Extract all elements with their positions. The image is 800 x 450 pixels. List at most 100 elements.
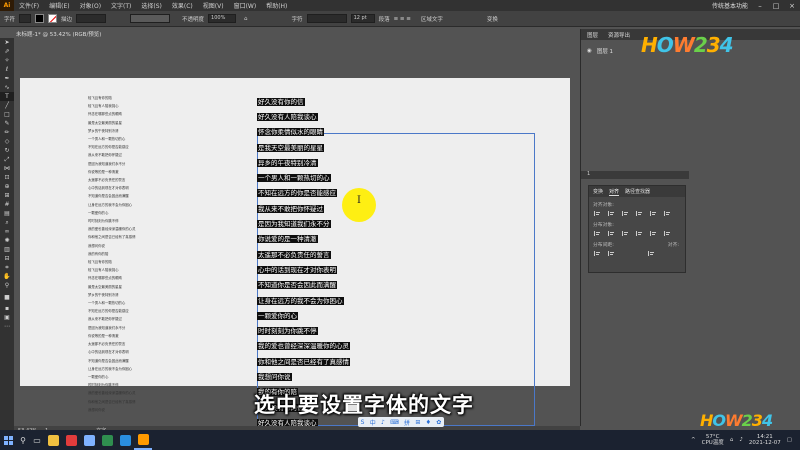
- tab-asset-export[interactable]: 资源导出: [608, 31, 630, 39]
- eyedropper-tool-icon[interactable]: ⌕: [0, 218, 14, 227]
- maximize-button[interactable]: □: [768, 2, 784, 10]
- text-line[interactable]: 一颗爱你的心: [88, 209, 158, 217]
- selected-text-line[interactable]: 好久没有你的信: [257, 94, 350, 109]
- gradient-tool-icon[interactable]: ▤: [0, 209, 14, 218]
- selected-text-line[interactable]: 时时刻刻为你跳不停: [257, 323, 350, 338]
- selected-text-line[interactable]: 我想问你说: [257, 369, 350, 384]
- menu-select[interactable]: 选择(S): [136, 1, 167, 10]
- selected-text-line[interactable]: 心中的话到现在才对你表明: [257, 262, 350, 277]
- distribute-hspace-icon[interactable]: [607, 250, 615, 257]
- font-size-field[interactable]: 12 pt: [350, 14, 375, 23]
- text-line[interactable]: 不知道你是否会因此而满醒: [88, 357, 158, 365]
- distribute-bottom-icon[interactable]: [621, 230, 629, 237]
- opacity-field[interactable]: 100%: [208, 14, 237, 23]
- clock[interactable]: 14:21 2021-12-07: [749, 434, 781, 447]
- text-line[interactable]: 我想问你说: [88, 242, 158, 250]
- taskbar-app-media[interactable]: [80, 430, 98, 450]
- selected-text-line[interactable]: 太遥那不必负责任的誓言: [257, 247, 350, 262]
- ime-button[interactable]: ♪: [381, 419, 385, 426]
- tab-align[interactable]: 对齐: [609, 188, 620, 196]
- ime-button[interactable]: S: [361, 419, 365, 426]
- ime-button[interactable]: 拼: [404, 418, 410, 427]
- ime-button[interactable]: ⊞: [415, 419, 420, 426]
- text-line[interactable]: 梦乡的午夜特别冷清: [88, 291, 158, 299]
- taskbar-app-app-green[interactable]: [98, 430, 116, 450]
- selected-text-line[interactable]: 是因为我知道我们永不分: [257, 216, 350, 231]
- tab-layers[interactable]: 图层: [587, 31, 598, 39]
- perspective-grid-tool-icon[interactable]: ⊞: [0, 191, 14, 200]
- selected-text-line[interactable]: 一颗爱你的心: [257, 308, 350, 323]
- brush-field[interactable]: [130, 14, 171, 23]
- search-icon[interactable]: ⚲: [16, 430, 30, 450]
- taskbar-app-app-edge[interactable]: [116, 430, 134, 450]
- pencil-tool-icon[interactable]: ✏: [0, 128, 14, 137]
- align-bottom-icon[interactable]: [663, 210, 671, 217]
- menu-window[interactable]: 窗口(W): [229, 1, 262, 10]
- canvas[interactable]: 轻飞且有你的陪 轻飞且有人陪我挑心 怀念在哪那些点的眼睛 最是太空最美丽的星星 梦乡的午…: [14, 38, 580, 426]
- char-label[interactable]: 字符: [292, 15, 303, 23]
- menu-object[interactable]: 对象(O): [75, 1, 106, 10]
- volume-icon[interactable]: ♪: [739, 437, 743, 443]
- text-line[interactable]: 是因为我知道我们永不分: [88, 160, 158, 168]
- workspace-switcher[interactable]: 传统基本功能: [708, 1, 752, 10]
- selected-text-line[interactable]: 不知道你是否会因此而满醒: [257, 278, 350, 293]
- stroke-weight-field[interactable]: [76, 14, 107, 23]
- text-line[interactable]: 轻飞且有人陪我挑心: [88, 102, 158, 110]
- column-graph-tool-icon[interactable]: ▥: [0, 245, 14, 254]
- text-line[interactable]: 轻飞且有你的陪: [88, 258, 158, 266]
- selected-text-line[interactable]: 你说爱的是一种清澈: [257, 232, 350, 247]
- rotate-tool-icon[interactable]: ↻: [0, 146, 14, 155]
- pen-tool-icon[interactable]: ✒: [0, 74, 14, 83]
- selected-text-column[interactable]: 好久没有你的信 好久没有人陪我谈心 怀念你柔情似水的眼睛 是我天空最美丽的星星 异乡的午…: [257, 94, 350, 426]
- left-text-column[interactable]: 轻飞且有你的陪 轻飞且有人陪我挑心 怀念在哪那些点的眼睛 最是太空最美丽的星星 梦乡的午…: [88, 94, 158, 414]
- magic-wand-tool-icon[interactable]: ✧: [0, 56, 14, 65]
- scale-tool-icon[interactable]: ⤢: [0, 155, 14, 164]
- task-view-icon[interactable]: ▭: [30, 430, 44, 450]
- text-line[interactable]: 不知道你是否会因此而满醒: [88, 192, 158, 200]
- align-right-icon[interactable]: [621, 210, 629, 217]
- text-line[interactable]: 不知在远方的你是否能感应: [88, 143, 158, 151]
- minimize-button[interactable]: –: [752, 2, 768, 10]
- text-line[interactable]: 太遥那不必负责任的誓言: [88, 176, 158, 184]
- width-tool-icon[interactable]: ⋈: [0, 164, 14, 173]
- distribute-right-icon[interactable]: [663, 230, 671, 237]
- curvature-tool-icon[interactable]: ∿: [0, 83, 14, 92]
- hand-tool-icon[interactable]: ✋: [0, 272, 14, 281]
- text-line[interactable]: 我的有你的陪: [88, 250, 158, 258]
- align-to-icon[interactable]: [647, 250, 655, 257]
- distribute-hcenter-icon[interactable]: [649, 230, 657, 237]
- text-line[interactable]: 轻飞且有人陪我挑心: [88, 266, 158, 274]
- taskbar-app-recorder[interactable]: [62, 430, 80, 450]
- mesh-tool-icon[interactable]: #: [0, 200, 14, 209]
- text-line[interactable]: 我想问你说: [88, 406, 158, 414]
- fill-stroke-icon[interactable]: ■: [0, 290, 14, 304]
- text-line[interactable]: 你和他之间是否已经有了真感情: [88, 398, 158, 406]
- fill-swatch[interactable]: [35, 14, 45, 23]
- network-icon[interactable]: ⌂: [730, 437, 734, 443]
- text-line[interactable]: 让身在远方的我不会为你困心: [88, 201, 158, 209]
- text-line[interactable]: 一个男人和一颗热切的心: [88, 299, 158, 307]
- selected-text-line[interactable]: 一个男人和一颗热切的心: [257, 170, 350, 185]
- line-tool-icon[interactable]: ╱: [0, 101, 14, 110]
- text-line[interactable]: 梦乡的午夜特别冷清: [88, 127, 158, 135]
- paragraph-label[interactable]: 段落: [379, 15, 390, 23]
- align-vcenter-icon[interactable]: [649, 210, 657, 217]
- layer-name[interactable]: 图层 1: [597, 47, 613, 55]
- font-family-field[interactable]: [306, 14, 347, 23]
- menu-help[interactable]: 帮助(H): [261, 1, 292, 10]
- distribute-left-icon[interactable]: [635, 230, 643, 237]
- text-line[interactable]: 我的爱也曾经深深温暖你的心灵: [88, 389, 158, 397]
- menu-view[interactable]: 视图(V): [198, 1, 229, 10]
- text-line[interactable]: 心中的话到现在才对你表明: [88, 348, 158, 356]
- shape-builder-tool-icon[interactable]: ⊕: [0, 182, 14, 191]
- document-tab[interactable]: 未标题-1* @ 53.42% (RGB/预览): [14, 29, 114, 38]
- tray-chevron-icon[interactable]: ^: [691, 437, 696, 443]
- menu-edit[interactable]: 编辑(E): [44, 1, 74, 10]
- slice-tool-icon[interactable]: ⌗: [0, 263, 14, 272]
- text-line[interactable]: 你和他之间是否已经有了真感情: [88, 233, 158, 241]
- text-line[interactable]: 一颗爱你的心: [88, 373, 158, 381]
- area-type-label[interactable]: 区域文字: [421, 15, 443, 23]
- text-line[interactable]: 是因为我知道我们永不分: [88, 324, 158, 332]
- text-line[interactable]: 太遥那不必负责任的誓言: [88, 340, 158, 348]
- ime-button[interactable]: ♦: [426, 419, 431, 426]
